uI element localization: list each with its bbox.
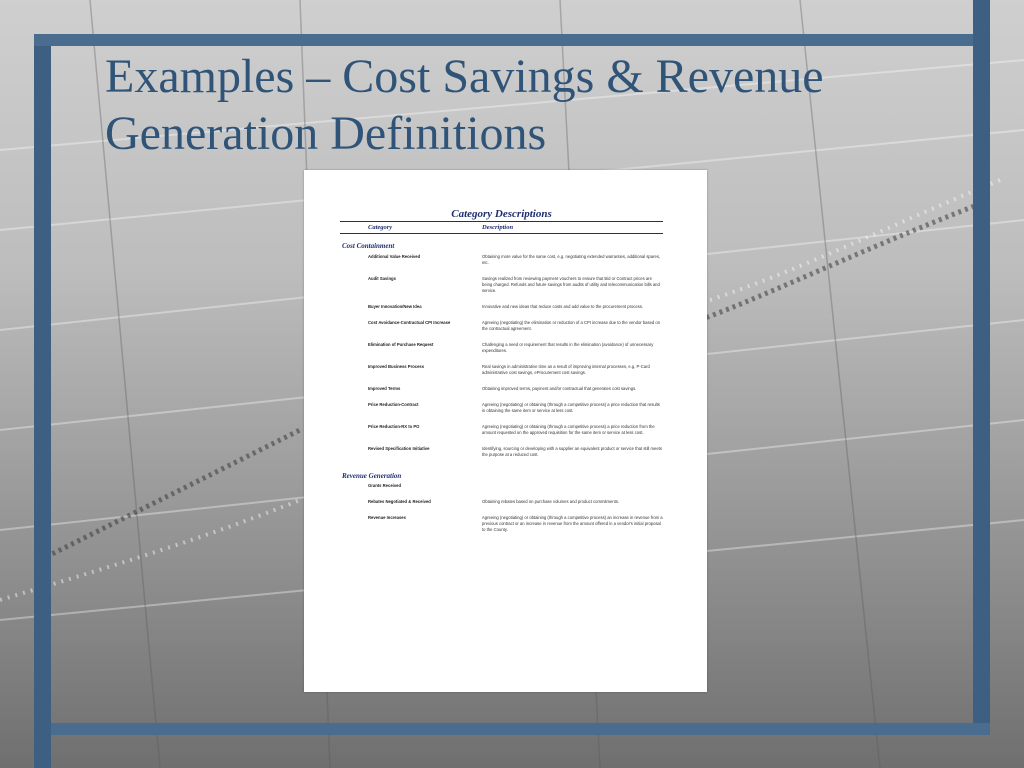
table-row: Cost Avoidance-Contractual CPI Increase …	[340, 320, 663, 332]
row-description: Agreeing (negotiating) the elimination o…	[482, 320, 661, 331]
row-description: Agreeing (negotiating) or obtaining (thr…	[482, 515, 663, 532]
row-description: Agreeing (negotiating) or obtaining (thr…	[482, 402, 660, 413]
row-category: Buyer Innovation/New Idea	[368, 304, 422, 309]
row-description: Innovative and new ideas that reduce cos…	[482, 304, 644, 309]
table-row: Audit Savings Savings realized from revi…	[340, 276, 663, 294]
row-category: Rebates Negotiated & Received	[368, 499, 431, 504]
row-description: Real savings in administrative time as a…	[482, 364, 650, 375]
row-category: Price Reduction-Contract	[368, 402, 419, 407]
row-description: Challenging a need or requirement that r…	[482, 342, 654, 353]
table-row: Additional Value Received Obtaining more…	[340, 254, 663, 266]
row-description: Obtaining rebates based on purchase volu…	[482, 499, 620, 504]
document-content: Category Descriptions Category Descripti…	[340, 208, 663, 533]
section-title-cost-containment: Cost Containment	[342, 242, 395, 250]
row-category: Audit Savings	[368, 276, 396, 281]
table-row: Revenue Increases Agreeing (negotiating)…	[340, 515, 663, 533]
document-image: Category Descriptions Category Descripti…	[304, 170, 707, 692]
row-category: Additional Value Received	[368, 254, 421, 259]
section-title-revenue-generation: Revenue Generation	[342, 472, 402, 480]
table-row: Grants Received	[340, 483, 663, 489]
column-header-category: Category	[368, 224, 393, 231]
row-category: Improved Business Process	[368, 364, 425, 369]
table-row: Price Reduction-RX to PO Agreeing (negot…	[340, 424, 663, 436]
row-description: Identifying, sourcing or developing with…	[482, 446, 662, 457]
row-category: Grants Received	[368, 483, 402, 488]
row-category: Revenue Increases	[368, 515, 406, 520]
frame-left-bar	[34, 34, 51, 768]
row-description: Obtaining more value for the same cost, …	[482, 254, 661, 265]
frame-right-bar	[973, 0, 990, 735]
slide-title: Examples – Cost Savings & Revenue Genera…	[105, 50, 824, 160]
table-row: Improved Business Process Real savings i…	[340, 364, 663, 376]
row-description: Agreeing (negotiating) or obtaining (thr…	[482, 424, 655, 435]
row-category: Revised Specification Initiative	[368, 446, 430, 451]
table-row: Improved Terms Obtaining improved terms,…	[340, 386, 663, 392]
table-row: Rebates Negotiated & Received Obtaining …	[340, 499, 663, 505]
table-row: Revised Specification Initiative Identif…	[340, 446, 663, 458]
row-category: Cost Avoidance-Contractual CPI Increase	[368, 320, 451, 325]
table-row: Price Reduction-Contract Agreeing (negot…	[340, 402, 663, 414]
row-description: Obtaining improved terms, payment and/or…	[482, 386, 637, 391]
document-column-headers: Category Description	[340, 222, 663, 234]
table-row: Elimination of Purchase Request Challeng…	[340, 342, 663, 354]
table-row: Buyer Innovation/New Idea Innovative and…	[340, 304, 663, 310]
row-category: Price Reduction-RX to PO	[368, 424, 420, 429]
column-header-description: Description	[482, 224, 514, 231]
document-title: Category Descriptions	[340, 208, 663, 222]
frame-bottom-bar	[51, 723, 990, 735]
row-description: Savings realized from reviewing payment …	[482, 276, 660, 293]
frame-top-bar	[34, 34, 974, 46]
row-category: Elimination of Purchase Request	[368, 342, 434, 347]
row-category: Improved Terms	[368, 386, 401, 391]
